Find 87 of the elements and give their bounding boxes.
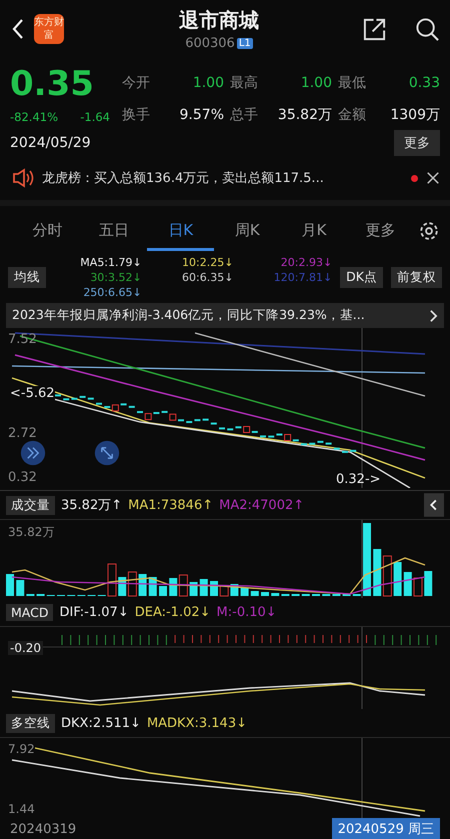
search-icon[interactable] — [415, 16, 440, 42]
current-price: 0.35 — [10, 64, 95, 104]
cursor-date: 20240529 周三 — [332, 818, 440, 839]
stock-name: 退市商城 — [179, 7, 259, 34]
indicator-value: MADKX:3.143↓ — [146, 716, 247, 730]
app-logo: 东方财富 — [34, 14, 64, 44]
volume-bar — [271, 593, 280, 596]
dk-point-button[interactable]: DK点 — [340, 267, 383, 288]
stat-label: 总手 — [230, 106, 258, 124]
stat-value: 1.00 — [192, 75, 224, 91]
low-price-marker: 0.32-> — [336, 472, 381, 487]
volume-bar — [16, 580, 24, 596]
volume-bar — [178, 574, 188, 596]
axis-label: -0.20 — [8, 641, 44, 655]
more-button[interactable]: 更多 — [394, 130, 440, 156]
stat-value: 0.33 — [408, 75, 440, 91]
settings-icon[interactable] — [418, 220, 440, 242]
notice-text[interactable]: 龙虎榜：买入总额136.4万元，卖出总额117.5... — [42, 169, 403, 187]
change-amount: -1.64 — [80, 110, 110, 124]
volume-bar — [424, 571, 432, 596]
period-tab[interactable]: 周K — [214, 221, 281, 251]
stat-value: 9.57% — [178, 107, 224, 123]
volume-bar — [373, 549, 382, 596]
volume-bar — [394, 562, 402, 596]
axis-label: 1.44 — [8, 802, 35, 816]
stat-label: 最低 — [338, 74, 366, 92]
axis-label: 7.52 — [8, 332, 37, 347]
ma-value: 120:7.81↓ — [274, 271, 332, 284]
start-date: 20240319 — [10, 822, 76, 836]
stat-value: 1309万 — [389, 106, 440, 124]
axis-label: 0.32 — [8, 470, 37, 485]
level-badge: L1 — [236, 38, 253, 49]
share-icon[interactable] — [362, 16, 387, 42]
period-tab[interactable]: 日K — [147, 221, 214, 251]
ma-value: 20:2.93↓ — [280, 256, 332, 269]
indicator-value: MA1:73846↑ — [128, 498, 214, 512]
volume-bar — [159, 586, 167, 596]
stock-code: 600306 — [185, 36, 235, 51]
speaker-icon — [12, 168, 34, 188]
stat-label: 金额 — [338, 106, 366, 124]
indicator-value: M:-0.10↓ — [216, 604, 277, 620]
indicator-value: DEA:-1.02↓ — [134, 604, 211, 620]
adjust-button[interactable]: 前复权 — [391, 267, 442, 288]
ma-value: 60:6.35↓ — [182, 271, 234, 284]
volume-bar — [128, 572, 137, 596]
stat-label: 最高 — [230, 74, 258, 92]
period-tab[interactable]: 分时 — [14, 221, 81, 251]
axis-label: 7.92 — [8, 742, 35, 756]
volume-bar — [261, 592, 269, 596]
high-price-marker: <-5.62 — [10, 386, 55, 401]
quote-date: 2024/05/29 — [10, 135, 91, 151]
indicator-value: DIF:-1.07↓ — [59, 604, 129, 620]
ma-value: 250:6.65↓ — [83, 286, 142, 299]
period-tab[interactable]: 更多 — [347, 221, 414, 251]
volume-bar — [6, 574, 14, 596]
ma-value: 10:2.25↓ — [182, 256, 234, 269]
volume-bar — [220, 586, 229, 596]
axis-label: 2.72 — [8, 426, 37, 441]
chevron-left-icon[interactable] — [424, 493, 444, 517]
indicator-selector[interactable]: MACD — [6, 604, 54, 620]
indicator-selector[interactable]: 成交量 — [6, 496, 55, 514]
volume-bar — [108, 564, 116, 596]
period-tab[interactable]: 月K — [280, 221, 348, 251]
period-tab[interactable]: 五日 — [80, 221, 148, 251]
volume-bar — [382, 556, 392, 596]
volume-bar — [404, 572, 412, 596]
volume-bar — [250, 591, 259, 596]
back-icon[interactable] — [12, 18, 24, 40]
stat-label: 今开 — [122, 74, 150, 92]
ma-selector[interactable]: 均线 — [8, 267, 46, 288]
indicator-value: MA2:47002↑ — [219, 498, 304, 512]
indicator-selector[interactable]: 多空线 — [6, 714, 55, 732]
stat-label: 换手 — [122, 106, 150, 124]
volume-bar — [414, 578, 422, 596]
ma-value: 30:3.52↓ — [90, 271, 142, 284]
stat-value: 35.82万 — [276, 106, 332, 124]
volume-bar — [240, 588, 249, 596]
expand-icon[interactable] — [94, 440, 120, 466]
axis-label: 35.82万 — [8, 524, 54, 541]
close-icon[interactable] — [426, 171, 440, 185]
double-chevron-icon[interactable] — [20, 440, 46, 466]
indicator-value: DKX:2.511↓ — [61, 716, 141, 730]
stat-value: 1.00 — [300, 75, 332, 91]
ma-value: MA5:1.79↓ — [80, 256, 142, 269]
chevron-right-icon[interactable] — [429, 308, 438, 322]
change-percent: -82.41% — [10, 110, 58, 124]
indicator-value: 35.82万↑ — [61, 497, 122, 514]
